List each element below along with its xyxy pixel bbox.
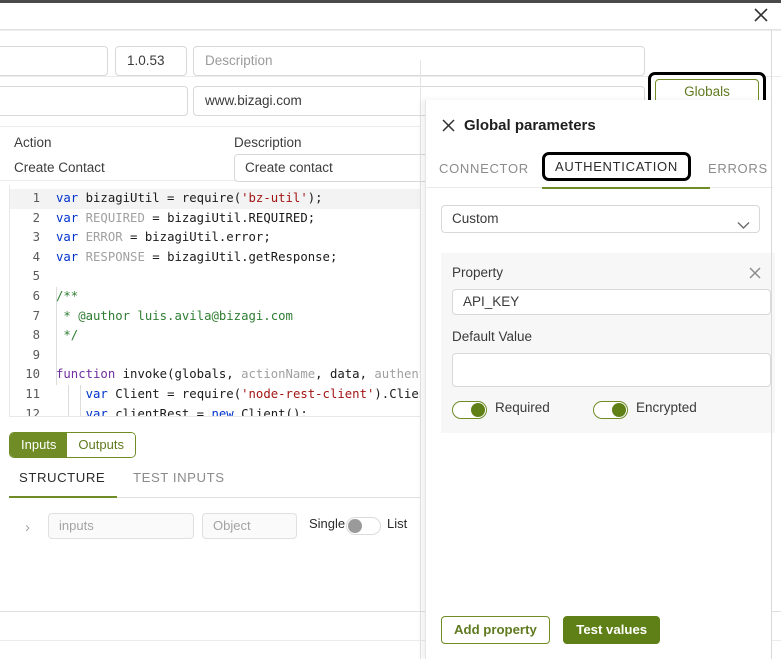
auth-type-value: Custom [452,211,499,226]
io-segmented-control[interactable]: Inputs Outputs [9,432,136,458]
structure-type-input[interactable]: Object [202,513,297,539]
connector-editor-window: 1.0.53 Description www.bizagi.com Global… [0,0,781,659]
auth-type-select[interactable]: Custom [441,205,760,233]
panel-actions: Add property Test values [441,616,661,644]
structure-row: › inputs Object Single List [9,513,421,545]
required-label: Required [495,400,550,415]
outputs-tab[interactable]: Outputs [67,433,135,457]
toggle-knob [612,403,626,417]
chevron-right-icon[interactable]: › [25,519,30,536]
code-line[interactable]: 4 var RESPONSE = bizagiUtil.getResponse; [10,248,420,268]
property-label: Property [452,265,504,280]
tab-authentication[interactable]: AUTHENTICATION [555,159,678,174]
code-line[interactable]: 8 */ [10,326,420,346]
encrypted-label: Encrypted [636,400,697,415]
code-line-number: 4 [32,249,40,264]
code-line-text: /** [56,288,79,303]
code-line[interactable]: 7 * @author luis.avila@bizagi.com [10,307,420,327]
toggle-knob [348,519,362,533]
authentication-tab-highlight: AUTHENTICATION [542,152,691,181]
close-icon[interactable] [751,5,771,25]
structure-name-input[interactable]: inputs [48,513,194,539]
connector-secondary-input[interactable] [0,86,188,116]
code-line-text: * @author luis.avila@bizagi.com [56,308,293,323]
code-line[interactable]: 3 var ERROR = bizagiUtil.error; [10,228,420,248]
panel-close-icon[interactable] [440,117,457,134]
code-line-number: 7 [32,308,40,323]
code-line[interactable]: 12 var clientRest = new Client(); [10,405,420,417]
inputs-tab[interactable]: Inputs [10,433,68,457]
code-line-text: var RESPONSE = bizagiUtil.getResponse; [56,249,338,264]
code-line[interactable]: 5 [10,267,420,287]
encrypted-toggle[interactable] [593,401,628,419]
code-line[interactable]: 1 var bizagiUtil = require('bz-util'); [10,189,420,209]
action-column-header: Action [14,135,52,150]
code-indent-guide [56,287,57,385]
tab-errors[interactable]: ERRORS [708,161,768,176]
global-parameters-header: Global parameters [426,100,773,148]
main-area-right-border [420,60,421,659]
code-line-number: 1 [32,191,40,205]
code-line-number: 10 [25,367,40,382]
tab-connector[interactable]: CONNECTOR [439,161,529,176]
form-divider-top [0,30,781,31]
connector-description-input[interactable]: Description [193,46,645,76]
add-property-button[interactable]: Add property [441,616,550,644]
global-parameters-panel: Global parameters CONNECTOR AUTHENTICATI… [425,100,775,659]
single-list-toggle[interactable] [346,517,381,535]
structure-tab-underline [9,496,117,498]
code-line-text: var Client = require('node-rest-client')… [85,386,420,401]
property-card: Property API_KEY Default Value Required … [441,253,775,433]
default-value-label: Default Value [452,329,533,344]
code-line-number: 8 [32,328,40,343]
code-line-number: 5 [32,269,40,284]
test-values-button[interactable]: Test values [563,616,661,644]
code-line-text: var clientRest = new Client(); [85,406,308,417]
toggle-knob [471,403,485,417]
code-line[interactable]: 2 var REQUIRED = bizagiUtil.REQUIRED; [10,209,420,229]
action-table: Action Description Create Contact Create… [0,126,464,182]
tab-structure[interactable]: STRUCTURE [19,470,105,485]
code-line-text: var REQUIRED = bizagiUtil.REQUIRED; [56,210,316,225]
code-line-number: 6 [32,288,40,303]
list-label: List [387,516,408,531]
code-line[interactable]: 10 function invoke(globals, actionName, d… [10,365,420,385]
panel-title: Global parameters [464,117,596,134]
code-line-number: 3 [32,230,40,245]
remove-property-icon[interactable] [747,265,763,281]
code-line[interactable]: 6 /** [10,287,420,307]
single-label: Single [309,516,346,531]
code-line-text: var ERROR = bizagiUtil.error; [56,230,271,245]
code-line-number: 12 [25,406,40,417]
default-value-input[interactable] [452,353,771,387]
code-line-number: 11 [25,386,40,401]
code-line-text: */ [56,328,79,343]
code-indent-guide [80,385,81,416]
code-line-text: function invoke(globals, actionName, dat… [56,367,420,382]
global-parameters-tabs: CONNECTOR AUTHENTICATION ERRORS [426,152,773,189]
window-right-border [771,30,772,659]
code-line-text: var bizagiUtil = require('bz-util'); [56,191,323,205]
code-lines[interactable]: 1 var bizagiUtil = require('bz-util'); 2 va… [10,189,420,417]
connector-name-input[interactable] [0,46,108,76]
code-line-number: 2 [32,210,40,225]
io-subtabs: STRUCTURE TEST INPUTS [9,467,421,498]
description-column-header: Description [234,135,302,150]
code-line[interactable]: 9 [10,346,420,366]
code-editor[interactable]: 1 var bizagiUtil = require('bz-util'); 2 va… [9,185,421,417]
tab-test-inputs[interactable]: TEST INPUTS [133,470,225,485]
connector-version-input[interactable]: 1.0.53 [115,46,187,76]
required-toggle[interactable] [452,401,487,419]
property-name-input[interactable]: API_KEY [452,289,771,315]
code-indent-guide [68,385,69,416]
window-titlebar [0,0,781,30]
action-name-cell[interactable]: Create Contact [14,160,105,175]
chevron-down-icon [737,213,750,239]
code-line-number: 9 [32,347,40,362]
code-line[interactable]: 11 var Client = require('node-rest-clien… [10,385,420,405]
authentication-tab-underline [542,187,710,189]
titlebar-strip [0,0,781,3]
